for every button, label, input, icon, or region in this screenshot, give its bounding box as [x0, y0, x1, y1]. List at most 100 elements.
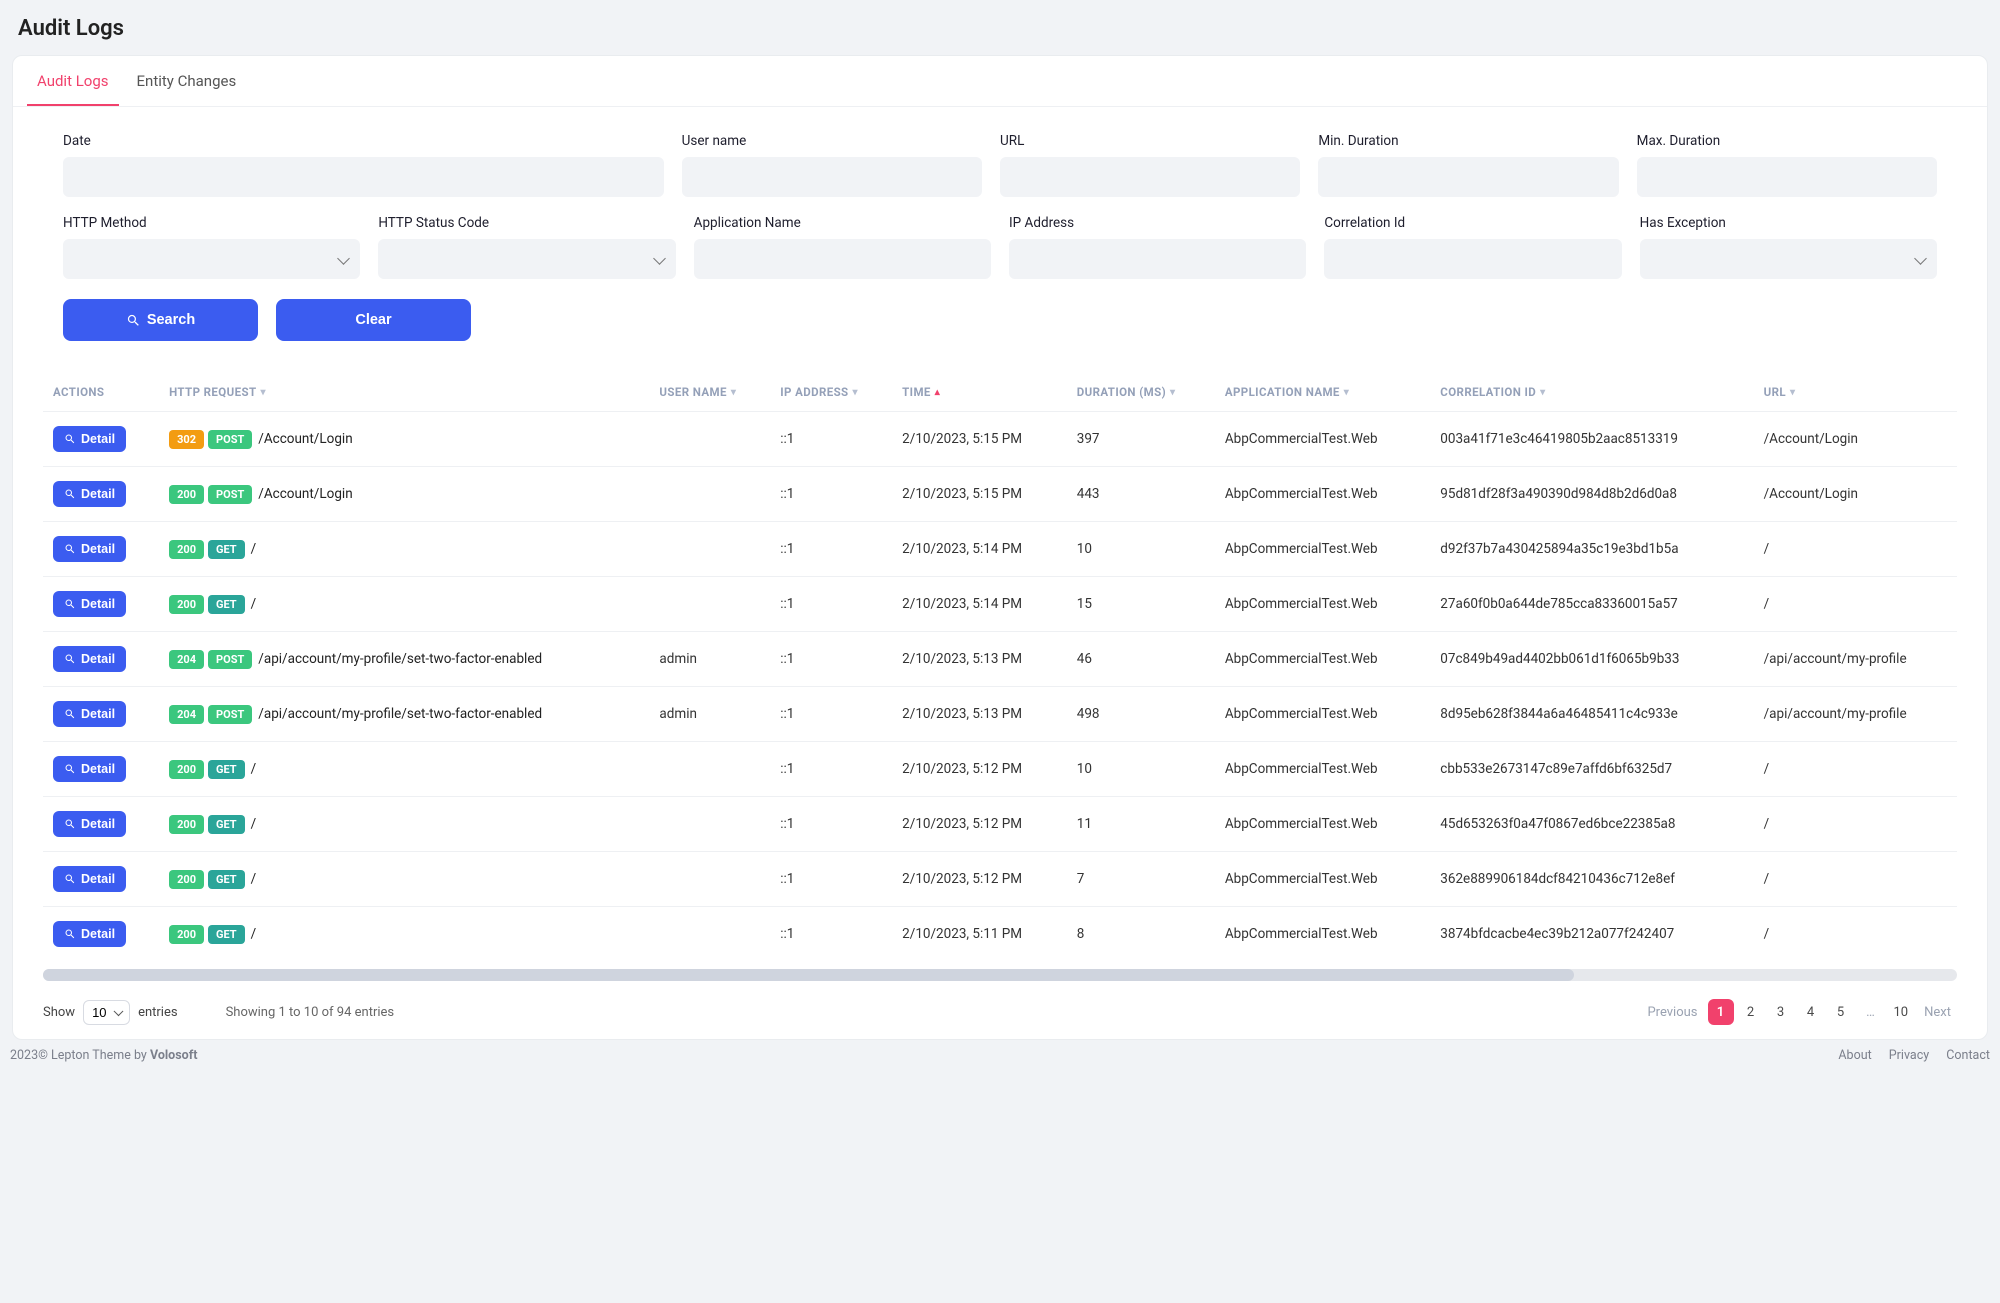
max-duration-input[interactable] [1637, 157, 1937, 197]
detail-button[interactable]: Detail [53, 646, 126, 672]
cell-user [649, 577, 770, 632]
clear-button[interactable]: Clear [276, 299, 471, 341]
cell-time: 2/10/2023, 5:13 PM [892, 632, 1067, 687]
cell-ip: ::1 [770, 412, 892, 467]
field-url: URL [1000, 133, 1300, 197]
tab-audit-logs[interactable]: Audit Logs [27, 56, 119, 106]
cell-duration: 11 [1067, 797, 1215, 852]
col-duration[interactable]: DURATION (MS) ▾ [1067, 371, 1215, 412]
app-name-input[interactable] [694, 239, 991, 279]
detail-button[interactable]: Detail [53, 701, 126, 727]
detail-label: Detail [81, 542, 115, 556]
page-1[interactable]: 1 [1708, 999, 1734, 1025]
cell-url: / [1754, 852, 1957, 907]
search-button[interactable]: Search [63, 299, 258, 341]
cell-user [649, 852, 770, 907]
col-label: DURATION (MS) [1077, 385, 1166, 399]
col-app-name[interactable]: APPLICATION NAME▾ [1215, 371, 1430, 412]
scrollbar-thumb[interactable] [43, 969, 1574, 981]
field-app-name: Application Name [694, 215, 991, 279]
detail-button[interactable]: Detail [53, 921, 126, 947]
cell-correlation: 45d653263f0a47f0867ed6bce22385a8 [1430, 797, 1753, 852]
date-input[interactable] [63, 157, 664, 197]
cell-http-request: 200GET/ [159, 742, 649, 797]
col-label: USER NAME [659, 385, 726, 399]
status-code-badge: 200 [169, 760, 204, 779]
detail-button[interactable]: Detail [53, 756, 126, 782]
http-method-badge: GET [208, 760, 245, 779]
cell-app: AbpCommercialTest.Web [1215, 577, 1430, 632]
table-row: Detail200GET/::12/10/2023, 5:14 PM15AbpC… [43, 577, 1957, 632]
correlation-input[interactable] [1324, 239, 1621, 279]
cell-duration: 7 [1067, 852, 1215, 907]
page-2[interactable]: 2 [1738, 999, 1764, 1025]
detail-button[interactable]: Detail [53, 481, 126, 507]
http-method-badge: GET [208, 870, 245, 889]
detail-button[interactable]: Detail [53, 811, 126, 837]
page-prev[interactable]: Previous [1641, 999, 1703, 1025]
field-label: Min. Duration [1318, 133, 1618, 149]
cell-user [649, 797, 770, 852]
sort-icon: ▾ [1170, 387, 1175, 398]
field-label: Date [63, 133, 664, 149]
sort-icon: ▾ [731, 387, 736, 398]
col-label: CORRELATION ID [1440, 385, 1536, 399]
horizontal-scrollbar[interactable] [43, 969, 1957, 981]
col-time[interactable]: TIME▴ [892, 371, 1067, 412]
http-method-badge: GET [208, 925, 245, 944]
min-duration-input[interactable] [1318, 157, 1618, 197]
col-correlation[interactable]: CORRELATION ID ▾ [1430, 371, 1753, 412]
col-user-name[interactable]: USER NAME ▾ [649, 371, 770, 412]
cell-ip: ::1 [770, 632, 892, 687]
footer-link-contact[interactable]: Contact [1946, 1048, 1990, 1063]
http-method-badge: POST [208, 705, 252, 724]
cell-app: AbpCommercialTest.Web [1215, 467, 1430, 522]
detail-button[interactable]: Detail [53, 426, 126, 452]
detail-label: Detail [81, 487, 115, 501]
status-code-badge: 200 [169, 540, 204, 559]
cell-user: admin [649, 632, 770, 687]
has-exception-select[interactable] [1640, 239, 1937, 279]
request-path: / [251, 871, 257, 887]
table-scroll-wrap[interactable]: ACTIONS HTTP REQUEST▾ USER NAME▾ IP ADDR… [43, 371, 1957, 961]
page-next[interactable]: Next [1918, 999, 1957, 1025]
detail-button[interactable]: Detail [53, 591, 126, 617]
col-http-request[interactable]: HTTP REQUEST▾ [159, 371, 649, 412]
page-last[interactable]: 10 [1888, 999, 1915, 1025]
cell-app: AbpCommercialTest.Web [1215, 522, 1430, 577]
col-ip[interactable]: IP ADDRESS▾ [770, 371, 892, 412]
cell-time: 2/10/2023, 5:14 PM [892, 577, 1067, 632]
sort-icon: ▾ [1540, 387, 1545, 398]
tabs-bar: Audit Logs Entity Changes [13, 56, 1987, 107]
username-input[interactable] [682, 157, 982, 197]
table-row: Detail302POST/Account/Login::12/10/2023,… [43, 412, 1957, 467]
field-http-method: HTTP Method [63, 215, 360, 279]
page-size-select[interactable]: 10 [83, 1000, 130, 1025]
tab-entity-changes[interactable]: Entity Changes [127, 56, 247, 106]
page-3[interactable]: 3 [1768, 999, 1794, 1025]
url-input[interactable] [1000, 157, 1300, 197]
page-4[interactable]: 4 [1798, 999, 1824, 1025]
col-url[interactable]: URL▾ [1754, 371, 1957, 412]
request-path: /api/account/my-profile/set-two-factor-e… [258, 706, 542, 722]
detail-label: Detail [81, 597, 115, 611]
cell-duration: 443 [1067, 467, 1215, 522]
footer-link-privacy[interactable]: Privacy [1889, 1048, 1929, 1063]
footer-link-about[interactable]: About [1838, 1048, 1871, 1063]
cell-app: AbpCommercialTest.Web [1215, 742, 1430, 797]
ip-input[interactable] [1009, 239, 1306, 279]
field-label: Correlation Id [1324, 215, 1621, 231]
cell-duration: 498 [1067, 687, 1215, 742]
cell-user [649, 742, 770, 797]
http-method-select[interactable] [63, 239, 360, 279]
footer-theme: Lepton Theme [51, 1048, 131, 1063]
page-5[interactable]: 5 [1828, 999, 1854, 1025]
field-date: Date [63, 133, 664, 197]
http-status-select[interactable] [378, 239, 675, 279]
col-label: HTTP REQUEST [169, 385, 256, 399]
cell-correlation: 3874bfdcacbe4ec39b212a077f242407 [1430, 907, 1753, 962]
page-ellipsis: … [1858, 999, 1884, 1025]
detail-button[interactable]: Detail [53, 866, 126, 892]
detail-label: Detail [81, 817, 115, 831]
detail-button[interactable]: Detail [53, 536, 126, 562]
